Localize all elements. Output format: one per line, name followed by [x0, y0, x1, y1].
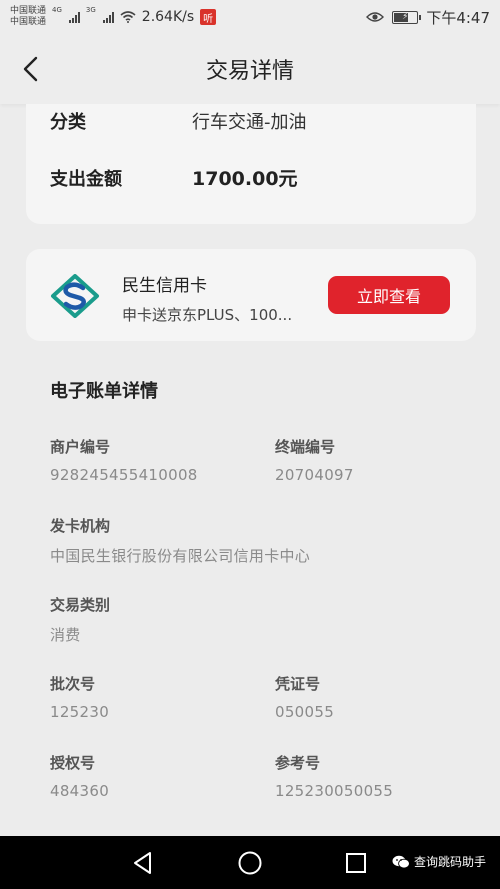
batch-number-value: 125230 [50, 703, 110, 721]
issuer-field: 发卡机构 中国民生银行股份有限公司信用卡中心 [50, 515, 310, 566]
promo-title: 民生信用卡 [122, 276, 207, 296]
clock: 下午4:47 [426, 8, 490, 27]
terminal-number-field: 终端编号 20704097 [275, 436, 354, 484]
system-navigation-bar: 查询跳码助手 [0, 836, 500, 889]
carrier-1: 中国联通 [10, 6, 47, 16]
issuer-label: 发卡机构 [50, 517, 111, 535]
amount-value: 1700.00元 [192, 168, 298, 190]
merchant-number-value: 928245455410008 [50, 466, 198, 484]
signal-icon [68, 11, 80, 23]
reference-number-value: 125230050055 [275, 782, 394, 800]
transaction-type-field: 交易类别 消费 [50, 594, 110, 645]
battery-icon: ⚡ [392, 10, 422, 24]
wechat-icon [392, 855, 410, 868]
terminal-number-value: 20704097 [275, 466, 354, 484]
reference-number-field: 参考号 125230050055 [275, 752, 393, 800]
nav-bar: 交易详情 [0, 34, 500, 104]
authorization-number-field: 授权号 484360 [50, 752, 109, 800]
back-button[interactable] [14, 52, 48, 86]
category-label: 分类 [50, 112, 86, 133]
network-speed: 2.64K/s [141, 9, 195, 25]
promo-subtitle: 申卡送京东PLUS、100... [122, 306, 293, 324]
network-type-1: 4G [52, 6, 62, 14]
status-left: 中国联通 中国联通 4G 3G 2.64K/s 听 [10, 6, 217, 28]
voucher-number-field: 凭证号 050055 [275, 673, 334, 721]
merchant-number-label: 商户编号 [50, 438, 111, 456]
batch-number-field: 批次号 125230 [50, 673, 109, 721]
page-title: 交易详情 [205, 59, 294, 84]
view-now-button[interactable]: 立即查看 [328, 276, 450, 314]
chevron-left-icon [23, 56, 38, 82]
watermark-text: 查询跳码助手 [413, 855, 486, 869]
square-recents-icon[interactable] [343, 850, 369, 876]
amount-label: 支出金额 [50, 168, 122, 190]
wifi-icon [120, 11, 136, 23]
bill-details-title: 电子账单详情 [50, 381, 158, 402]
reference-number-label: 参考号 [275, 754, 321, 772]
voucher-number-value: 050055 [275, 703, 335, 721]
category-value: 行车交通-加油 [192, 112, 307, 133]
charging-bolt-icon: ⚡ [402, 11, 409, 22]
eye-icon [366, 12, 385, 22]
issuer-value: 中国民生银行股份有限公司信用卡中心 [50, 547, 311, 565]
carrier-names: 中国联通 中国联通 [10, 6, 46, 28]
authorization-number-value: 484360 [50, 782, 110, 800]
amount-row: 支出金额 1700.00元 [50, 164, 298, 191]
triangle-back-icon[interactable] [130, 850, 156, 876]
voucher-number-label: 凭证号 [275, 675, 321, 693]
app-notification-badge: 听 [200, 9, 217, 25]
signal-icon [102, 11, 114, 23]
batch-number-label: 批次号 [50, 675, 96, 693]
transaction-summary-card: 分类 行车交通-加油 支出金额 1700.00元 [26, 104, 476, 224]
category-row: 分类 行车交通-加油 [50, 108, 307, 134]
status-right: ⚡ 下午4:47 [366, 7, 490, 28]
transaction-type-value: 消费 [50, 626, 81, 644]
carrier-2: 中国联通 [10, 17, 47, 27]
status-bar: 中国联通 中国联通 4G 3G 2.64K/s 听 ⚡ 下午4:47 [0, 0, 500, 34]
watermark: 查询跳码助手 [392, 853, 486, 870]
merchant-number-field: 商户编号 928245455410008 [50, 436, 198, 484]
transaction-type-label: 交易类别 [50, 596, 111, 614]
cmbc-bank-logo [51, 274, 99, 318]
authorization-number-label: 授权号 [50, 754, 96, 772]
credit-card-promo[interactable]: 民生信用卡 申卡送京东PLUS、100... 立即查看 [26, 249, 476, 341]
terminal-number-label: 终端编号 [275, 438, 336, 456]
network-type-2: 3G [85, 6, 96, 14]
circle-home-icon[interactable] [237, 850, 263, 876]
